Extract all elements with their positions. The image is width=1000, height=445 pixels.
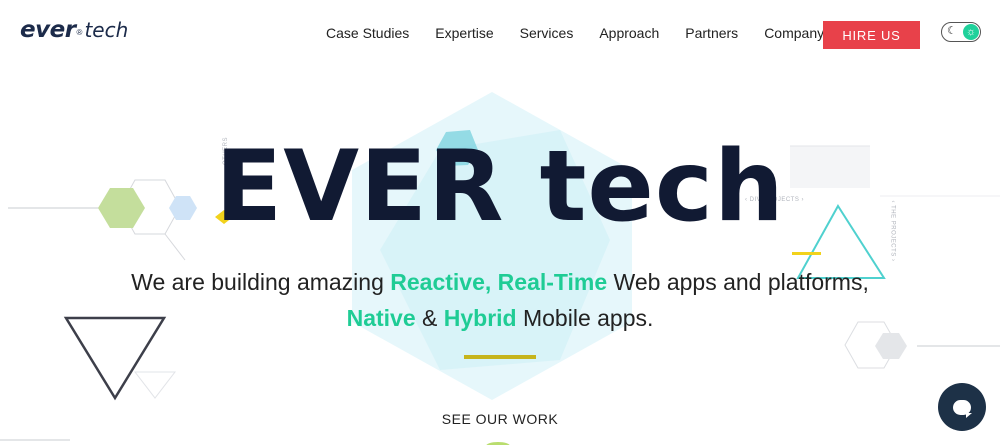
chat-icon: [953, 399, 972, 418]
sun-icon: ☼: [963, 24, 979, 40]
logo[interactable]: ever ® tech: [20, 17, 128, 43]
hero-highlight-reactive: Reactive, Real-Time: [390, 269, 608, 295]
theme-toggle[interactable]: ☾ ☼: [941, 22, 981, 42]
hero-subtitle-line1: We are building amazing Reactive, Real-T…: [0, 264, 1000, 300]
hero-highlight-native: Native: [346, 305, 416, 331]
left-faint-triangle: [133, 371, 177, 399]
logo-registered-mark: ®: [76, 28, 83, 37]
site-header: ever ® tech Case Studies Expertise Servi…: [0, 0, 1000, 66]
hero-subtitle-line2: Native & Hybrid Mobile apps.: [0, 300, 1000, 336]
hero-divider: [464, 355, 536, 359]
nav-company-dropdown[interactable]: Company▾: [764, 25, 831, 41]
main-nav: Case Studies Expertise Services Approach…: [326, 25, 831, 41]
logo-suffix: tech: [84, 18, 129, 42]
hero-line2-suffix: Mobile apps.: [516, 305, 654, 331]
hero-line1-prefix: We are building amazing: [131, 269, 391, 295]
nav-expertise[interactable]: Expertise: [435, 25, 493, 41]
right-grey-hexagon: [875, 333, 907, 359]
hero-title: EVER tech: [215, 130, 785, 244]
hero-line1-suffix: Web apps and platforms,: [607, 269, 869, 295]
nav-case-studies[interactable]: Case Studies: [326, 25, 409, 41]
hero-line2-mid: &: [415, 305, 444, 331]
moon-icon: ☾: [947, 25, 957, 37]
hero-highlight-hybrid: Hybrid: [443, 305, 517, 331]
nav-approach[interactable]: Approach: [599, 25, 659, 41]
hire-us-button[interactable]: HIRE US: [823, 21, 920, 49]
nav-company-label: Company: [764, 25, 825, 41]
see-our-work-link[interactable]: SEE OUR WORK: [0, 411, 1000, 427]
right-yellow-bar: [792, 252, 821, 255]
nav-partners[interactable]: Partners: [685, 25, 738, 41]
hero-subtitle: We are building amazing Reactive, Real-T…: [0, 264, 1000, 336]
chat-button[interactable]: [938, 383, 986, 431]
nav-services[interactable]: Services: [520, 25, 574, 41]
logo-brand: ever: [20, 17, 76, 43]
